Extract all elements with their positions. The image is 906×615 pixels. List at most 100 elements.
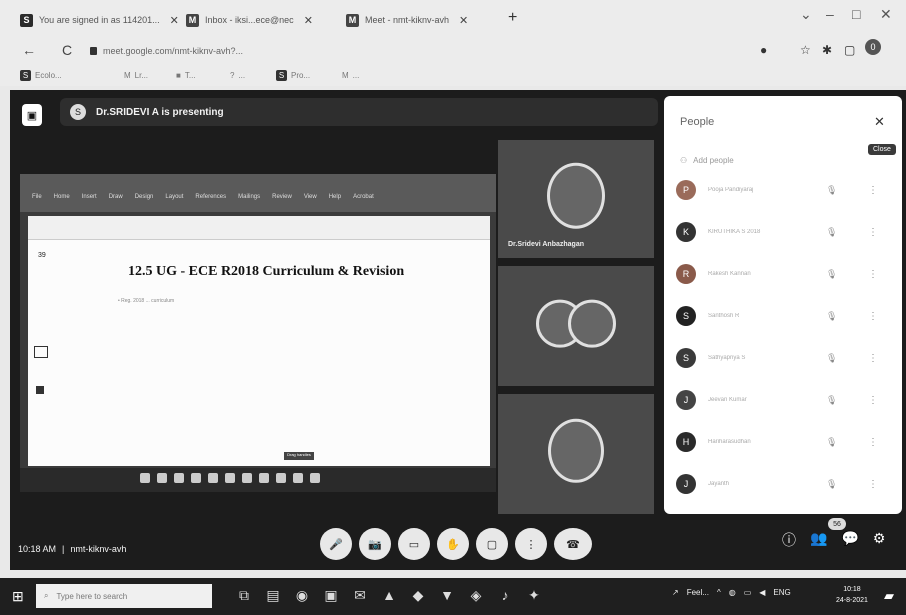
tab-favicon: M xyxy=(346,13,359,27)
file-explorer-icon[interactable]: ▤ xyxy=(265,587,281,604)
app-icon[interactable]: ◆ xyxy=(410,587,426,604)
bookmark-item[interactable]: S Ecolo... xyxy=(20,68,62,82)
bookmark-item[interactable]: M ... xyxy=(342,68,359,82)
participant-row[interactable]: J Jayanth 🎙 ⋮ xyxy=(676,472,896,496)
close-icon[interactable]: ✕ xyxy=(304,14,313,27)
reload-icon[interactable]: C xyxy=(62,42,72,58)
app-icon xyxy=(208,473,218,483)
participant-tile[interactable]: Dr.Sridevi Anbazhagan xyxy=(498,140,654,258)
new-tab-button[interactable]: + xyxy=(508,9,517,27)
taskbar-search[interactable]: ⌕ Type here to search xyxy=(36,584,212,608)
more-options-icon[interactable]: ⋮ xyxy=(868,353,878,364)
word-ribbon: File Home Insert Draw Design Layout Refe… xyxy=(20,174,496,212)
bookmark-item[interactable]: M Lr... xyxy=(124,68,148,82)
tab-signed-in[interactable]: S You are signed in as 114201... ✕ xyxy=(20,8,179,32)
bookmark-label: Pro... xyxy=(291,70,311,80)
more-options-icon[interactable]: ⋮ xyxy=(868,185,878,196)
participant-row[interactable]: S Sathyapriya S 🎙 ⋮ xyxy=(676,346,896,370)
meeting-details-button[interactable]: ▣ xyxy=(22,104,42,126)
chat-icon[interactable]: 💬 xyxy=(841,530,858,550)
sidepanel-icon[interactable]: ▢ xyxy=(844,43,855,57)
notification-icon[interactable]: ▰ xyxy=(884,588,894,604)
url-bar[interactable]: meet.google.com/nmt-kiknv-avh?... xyxy=(90,42,710,60)
raise-hand-button[interactable]: ✋ xyxy=(437,528,469,560)
document-heading: 12.5 UG - ECE R2018 Curriculum & Revisio… xyxy=(128,264,405,279)
tab-inbox[interactable]: M Inbox - iksi...ece@nec ✕ xyxy=(186,8,313,32)
participant-tile[interactable] xyxy=(498,394,654,514)
participant-name: Hariharasudhan xyxy=(708,439,751,445)
tab-label: Inbox - iksi...ece@nec xyxy=(205,15,294,25)
activities-icon[interactable]: ⚙ xyxy=(873,530,886,550)
profile-avatar[interactable]: 0 xyxy=(865,39,881,55)
language-indicator[interactable]: ENG xyxy=(773,588,790,597)
more-options-icon[interactable]: ⋮ xyxy=(868,395,878,406)
avatar xyxy=(547,162,605,229)
more-options-button[interactable]: ⋮ xyxy=(515,528,547,560)
avatar: J xyxy=(676,474,696,494)
leave-call-button[interactable]: ☎ xyxy=(554,528,592,560)
camera-toggle-button[interactable]: 📷 xyxy=(359,528,391,560)
info-icon[interactable]: ⓘ xyxy=(782,530,796,550)
store-icon[interactable]: ▣ xyxy=(323,587,339,604)
more-options-icon[interactable]: ⋮ xyxy=(868,227,878,238)
close-icon[interactable]: ✕ xyxy=(459,14,468,27)
ribbon-menu: File Home Insert Draw Design Layout Refe… xyxy=(32,194,374,200)
tab-meet[interactable]: M Meet - nmt-kiknv-avh ✕ xyxy=(346,8,468,32)
volume-icon[interactable]: ◀ xyxy=(759,588,765,597)
present-button[interactable]: ▢ xyxy=(476,528,508,560)
bookmark-label: T... xyxy=(184,70,196,80)
bookmark-favicon: ? xyxy=(230,70,235,80)
close-icon[interactable]: ✕ xyxy=(170,14,179,27)
add-people-button[interactable]: ⚇ Add people xyxy=(680,156,734,165)
tray-feel-text[interactable]: Feel... xyxy=(687,588,709,597)
participant-row[interactable]: J Jeevan Kumar 🎙 ⋮ xyxy=(676,388,896,412)
chevron-up-icon[interactable]: ^ xyxy=(717,588,721,597)
tab-search-icon[interactable]: ⌄ xyxy=(800,6,812,23)
mail-icon[interactable]: ✉ xyxy=(352,587,368,604)
people-icon[interactable]: 👥 xyxy=(810,530,827,550)
close-icon[interactable]: ✕ xyxy=(874,114,885,130)
camera-icon[interactable]: ● xyxy=(760,43,767,57)
network-icon[interactable]: ◍ xyxy=(729,588,736,597)
address-bar-row: ← C meet.google.com/nmt-kiknv-avh?... ● … xyxy=(0,38,906,64)
captions-button[interactable]: ▭ xyxy=(398,528,430,560)
participant-row[interactable]: K KIRUTHIKA S 2018 🎙 ⋮ xyxy=(676,220,896,244)
minimize-button[interactable]: – xyxy=(826,6,834,22)
people-panel: People ✕ Close ⚇ Add people P Pooja Pand… xyxy=(664,96,902,514)
presenting-banner: S Dr.SRIDEVI A is presenting xyxy=(60,98,658,126)
participant-row[interactable]: S Santhosh R 🎙 ⋮ xyxy=(676,304,896,328)
chrome-icon[interactable]: ◉ xyxy=(294,587,310,604)
extension-icon[interactable]: ✱ xyxy=(822,43,832,57)
participant-tile[interactable] xyxy=(498,266,654,386)
task-view-icon[interactable]: ⧉ xyxy=(236,587,252,604)
app-icon[interactable]: ✦ xyxy=(526,587,542,604)
search-placeholder: Type here to search xyxy=(56,591,128,601)
ribbon-tab: Mailings xyxy=(238,194,261,200)
participant-row[interactable]: P Pooja Pandiyaraj 🎙 ⋮ xyxy=(676,178,896,202)
app-icon[interactable]: ▼ xyxy=(439,587,455,604)
participant-row[interactable]: R Rakesh Kannan 🎙 ⋮ xyxy=(676,262,896,286)
bookmark-item[interactable]: S Pro... xyxy=(276,68,310,82)
window-close-button[interactable]: ✕ xyxy=(880,6,892,23)
bookmark-item[interactable]: ? ... xyxy=(230,68,245,82)
app-icon[interactable]: ◈ xyxy=(468,587,484,604)
start-icon[interactable]: ⊞ xyxy=(12,588,24,605)
more-options-icon[interactable]: ⋮ xyxy=(868,437,878,448)
more-options-icon[interactable]: ⋮ xyxy=(868,311,878,322)
participant-row[interactable]: H Hariharasudhan 🎙 ⋮ xyxy=(676,430,896,454)
battery-icon[interactable]: ▭ xyxy=(744,588,752,597)
star-icon[interactable]: ☆ xyxy=(800,43,811,57)
mic-toggle-button[interactable]: 🎤 xyxy=(320,528,352,560)
back-arrow-icon[interactable]: ← xyxy=(22,42,36,58)
taskbar-clock[interactable]: 10:18 24-8-2021 xyxy=(836,584,868,606)
app-icon[interactable]: ▲ xyxy=(381,587,397,604)
maximize-button[interactable]: □ xyxy=(852,6,860,22)
taskbar-apps: ⧉ ▤ ◉ ▣ ✉ ▲ ◆ ▼ ◈ ♪ ✦ xyxy=(236,587,542,604)
tray-app-icon[interactable]: ↗ xyxy=(672,588,679,597)
call-controls: 🎤 📷 ▭ ✋ ▢ ⋮ ☎ xyxy=(320,528,592,560)
bookmark-item[interactable]: ■ T... xyxy=(176,68,196,82)
more-options-icon[interactable]: ⋮ xyxy=(868,479,878,490)
more-options-icon[interactable]: ⋮ xyxy=(868,269,878,280)
app-icon[interactable]: ♪ xyxy=(497,587,513,604)
ribbon-tab: Acrobat xyxy=(353,194,374,200)
